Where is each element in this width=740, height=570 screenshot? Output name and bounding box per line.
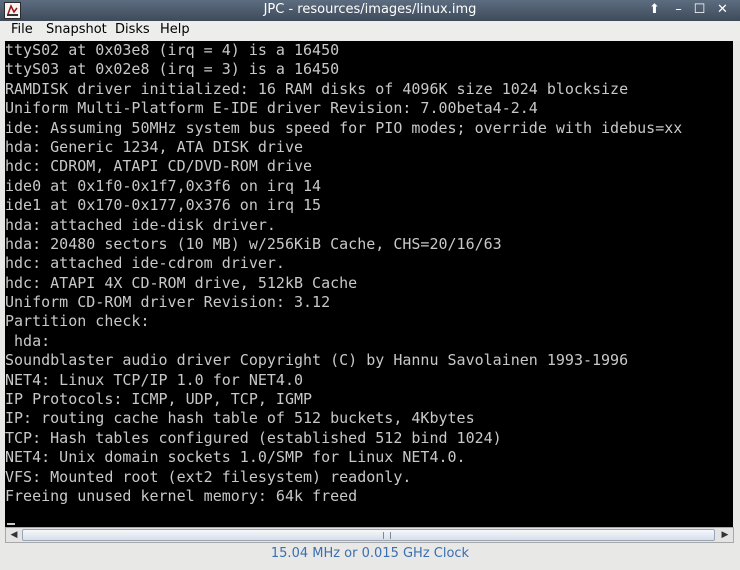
menu-help[interactable]: Help [160,22,190,37]
scrollbar-thumb[interactable] [22,529,715,541]
scroll-right-icon[interactable]: ▶ [718,528,732,542]
title-bar[interactable]: JPC - resources/images/linux.img ⬆ – ☐ ✕ [0,0,740,21]
console-line: ttyS03 at 0x02e8 (irq = 3) is a 16450 [5,60,340,79]
console-line: hdc: CDROM, ATAPI CD/DVD-ROM drive [5,157,313,176]
console-line: TCP: Hash tables configured (established… [5,428,502,447]
console-line: ide1 at 0x170-0x177,0x376 on irq 15 [5,196,322,215]
console-line: Partition check: [5,312,150,331]
scrollbar-grip [383,532,391,539]
close-icon[interactable]: ✕ [713,1,732,19]
console-output: ttyS02 at 0x03e8 (irq = 4) is a 16450 tty… [5,41,682,506]
console-line: hda: [5,331,51,350]
console-line: hda: attached ide-disk driver. [5,215,276,234]
console-line: Freeing unused kernel memory: 64k freed [5,486,358,505]
console-line: ttyS02 at 0x03e8 (irq = 4) is a 16450 [5,41,340,59]
console-line: ide0 at 0x1f0-0x1f7,0x3f6 on irq 14 [5,176,322,195]
console-line: Uniform CD-ROM driver Revision: 3.12 [5,293,331,312]
menu-disks[interactable]: Disks [115,22,150,37]
scroll-left-icon[interactable]: ◀ [7,528,21,542]
window-title: JPC - resources/images/linux.img [263,2,477,17]
menu-snapshot[interactable]: Snapshot [46,22,107,37]
console-line: NET4: Unix domain sockets 1.0/SMP for Li… [5,448,466,467]
console-line: Soundblaster audio driver Copyright (C) … [5,351,629,370]
console-line: hda: Generic 1234, ATA DISK drive [5,137,304,156]
console-line: hdc: ATAPI 4X CD-ROM drive, 512kB Cache [5,273,358,292]
menu-file[interactable]: File [11,22,33,37]
emulator-screen[interactable]: ttyS02 at 0x03e8 (irq = 4) is a 16450 tty… [5,41,733,527]
console-line: NET4: Linux TCP/IP 1.0 for NET4.0 [5,370,304,389]
console-line: IP: routing cache hash table of 512 buck… [5,409,475,428]
console-line: VFS: Mounted root (ext2 filesystem) read… [5,467,412,486]
console-line: hdc: attached ide-cdrom driver. [5,254,285,273]
horizontal-scrollbar[interactable]: ◀ ▶ [5,527,734,543]
console-line: ide: Assuming 50MHz system bus speed for… [5,118,683,137]
shade-up-icon[interactable]: ⬆ [645,1,664,19]
menu-bar: File Snapshot Disks Help [0,21,740,41]
maximize-icon[interactable]: ☐ [690,1,709,19]
clock-status: 15.04 MHz or 0.015 GHz Clock [270,546,470,561]
minimize-icon[interactable]: – [669,1,688,19]
console-line: hda: 20480 sectors (10 MB) w/256KiB Cach… [5,234,502,253]
console-line: IP Protocols: ICMP, UDP, TCP, IGMP [5,390,313,409]
console-line: RAMDISK driver initialized: 16 RAM disks… [5,79,629,98]
text-cursor [7,523,15,525]
console-line: Uniform Multi-Platform E-IDE driver Revi… [5,99,538,118]
